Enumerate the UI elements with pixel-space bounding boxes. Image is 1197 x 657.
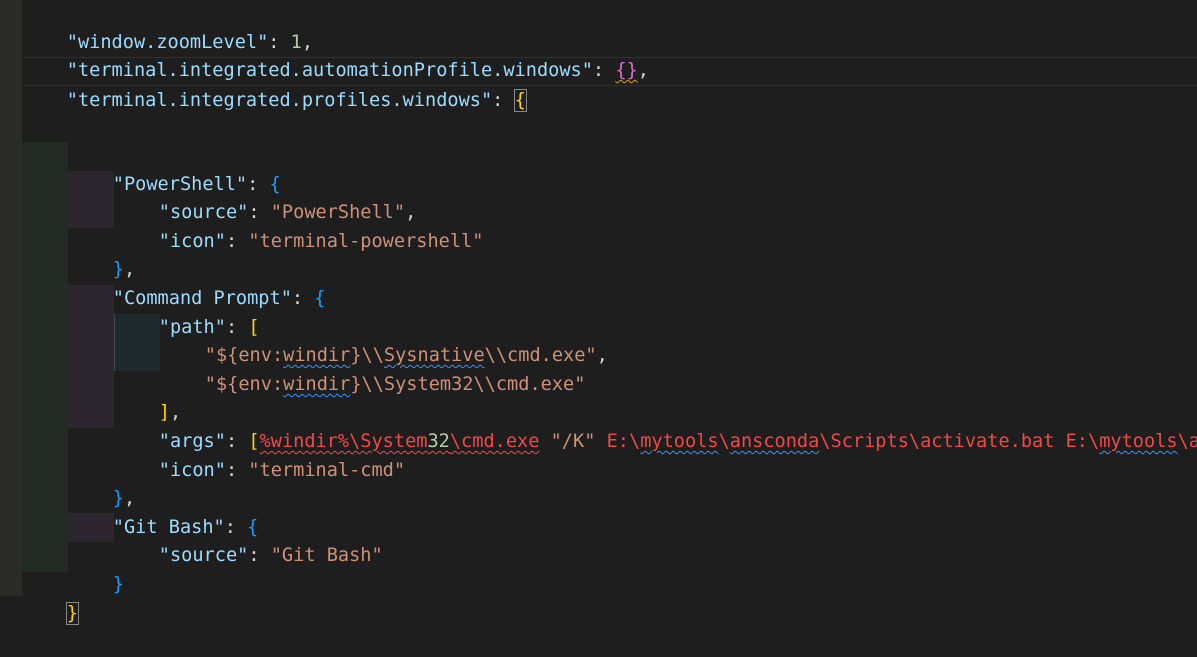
code-line[interactable]: "Git Bash": { (68, 485, 259, 538)
code-line[interactable]: "${env:windir}\\Sysnative\\cmd.exe", (160, 314, 608, 366)
code-line[interactable]: "PowerShell": { (68, 142, 281, 195)
code-line[interactable]: "${env:windir}\\System32\\cmd.exe" (160, 342, 586, 395)
json-string: "terminal-powershell" (248, 230, 484, 252)
json-key: "icon" (158, 459, 226, 481)
error-token: \ (718, 430, 730, 452)
code-line[interactable]: "Command Prompt": { (68, 256, 326, 309)
json-key: "icon" (158, 230, 226, 252)
json-key: "source" (158, 545, 249, 567)
code-line[interactable]: "source": "Git Bash" (114, 514, 383, 566)
json-string: "Git Bash" (270, 545, 383, 567)
error-token-squiggle: mytools (640, 430, 719, 452)
colon: : (225, 230, 249, 252)
code-line[interactable]: "path": [ (114, 285, 260, 338)
editor-gutter (0, 0, 22, 596)
json-key: "terminal.integrated.profiles.windows" (66, 89, 493, 111)
error-number: 32 (427, 430, 450, 452)
error-token: \Scripts\activate.bat E:\ (819, 430, 1100, 452)
json-string-part: }\\System32\\cmd.exe" (350, 373, 586, 395)
colon: : (248, 545, 271, 567)
json-string: "terminal-cmd" (248, 459, 406, 481)
colon: : (225, 459, 249, 481)
open-brace: { (513, 88, 527, 112)
open-brace: { (314, 287, 326, 309)
error-token-squiggle: mytools (1099, 430, 1178, 452)
close-brace: } (65, 601, 80, 625)
colon: : (492, 89, 515, 111)
error-token: \a (1177, 430, 1197, 452)
code-line[interactable]: }, (68, 457, 135, 509)
json-string: "/K" (539, 430, 607, 452)
colon: : (291, 287, 315, 309)
code-editor[interactable]: "window.zoomLevel": 1, "terminal.integra… (0, 0, 1197, 625)
code-line[interactable]: "icon": "terminal-cmd" (114, 428, 405, 481)
error-token-squiggle: ansconda (729, 430, 820, 452)
code-line[interactable]: } (68, 542, 124, 595)
code-line[interactable]: "args": [%windir%\System32\cmd.exe "/K" … (114, 399, 1197, 452)
json-string-squiggle: windir (283, 373, 351, 395)
code-line[interactable]: ], (114, 371, 181, 423)
code-line-current[interactable]: "terminal.integrated.profiles.windows": … (22, 57, 1197, 112)
error-token: E:\ (606, 430, 641, 452)
code-line[interactable]: "terminal.integrated.automationProfile.w… (22, 29, 649, 81)
close-brace: } (112, 573, 124, 595)
code-line[interactable]: "window.zoomLevel": 1, (22, 0, 313, 53)
json-string-part: "${env: (204, 373, 284, 395)
code-line[interactable]: "icon": "terminal-powershell" (114, 199, 484, 252)
error-token: \cmd.exe (449, 430, 540, 452)
indent-guide-level1 (22, 142, 68, 572)
code-line[interactable]: }, (68, 228, 135, 280)
code-line[interactable]: "source": "PowerShell", (114, 171, 417, 223)
code-line[interactable]: } (22, 571, 80, 625)
comma: , (596, 345, 608, 367)
